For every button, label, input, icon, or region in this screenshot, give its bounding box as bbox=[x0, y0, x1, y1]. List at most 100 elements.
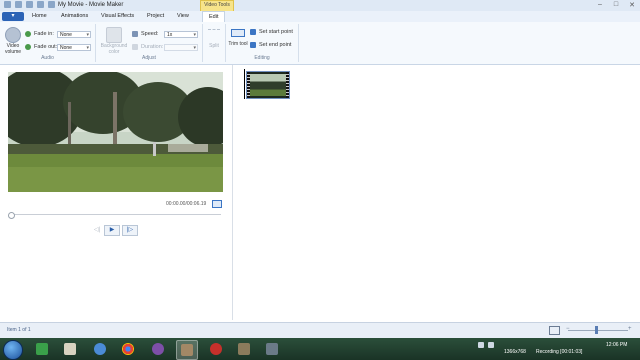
taskbar-app-tools[interactable] bbox=[262, 340, 282, 358]
duration-select[interactable] bbox=[164, 44, 198, 52]
ribbon: Video volume Fade in: None Fade out: Non… bbox=[0, 22, 640, 65]
set-start-point-label: Set start point bbox=[259, 29, 293, 35]
background-color-button[interactable]: Background color bbox=[98, 43, 130, 55]
tray-arrow-icon[interactable] bbox=[478, 342, 484, 348]
globe-icon bbox=[94, 343, 106, 355]
taskbar-app-photo[interactable] bbox=[234, 340, 254, 358]
maximize-button[interactable]: □ bbox=[612, 1, 620, 9]
fade-out-row: Fade out: bbox=[25, 44, 57, 50]
taskbar-app-explorer[interactable] bbox=[90, 340, 110, 358]
set-end-point-icon bbox=[250, 42, 256, 48]
app-menu-icon[interactable] bbox=[4, 1, 11, 8]
undo-icon[interactable] bbox=[26, 1, 33, 8]
taskbar-app-chrome[interactable] bbox=[118, 340, 138, 358]
tab-view[interactable]: View bbox=[177, 13, 189, 19]
trim-tool-button[interactable]: Trim tool bbox=[228, 41, 248, 47]
split-group: Split bbox=[203, 24, 226, 62]
previous-frame-icon[interactable]: ◁| bbox=[92, 226, 102, 235]
tab-visual-effects[interactable]: Visual Effects bbox=[101, 13, 134, 19]
fullscreen-icon[interactable] bbox=[212, 200, 222, 208]
quick-access-toolbar bbox=[4, 1, 55, 8]
taskbar: 1366x768 Recording [00:01:03] 12:06 PM bbox=[0, 338, 640, 360]
clip-thumbnail-image bbox=[250, 74, 286, 96]
audio-group-label: Audio bbox=[41, 55, 54, 61]
next-frame-icon[interactable]: |▷ bbox=[122, 225, 138, 236]
system-tray bbox=[478, 342, 494, 348]
adjust-group-label: Adjust bbox=[142, 55, 156, 61]
adjust-group: Background color Speed: 1x Duration: Adj… bbox=[96, 24, 203, 62]
minimize-button[interactable]: – bbox=[596, 1, 604, 9]
record-icon bbox=[210, 343, 222, 355]
file-menu-button[interactable]: ▾ bbox=[2, 12, 24, 21]
clock[interactable]: 12:06 PM bbox=[606, 342, 627, 348]
editing-group: Trim tool Set start point Set end point … bbox=[226, 24, 299, 62]
preview-pane: 00:00.00/00:06.19 ◁| ▶ |▷ bbox=[0, 65, 233, 320]
speed-label: Speed: bbox=[141, 31, 159, 37]
fade-out-label: Fade out: bbox=[34, 44, 58, 50]
tab-animations[interactable]: Animations bbox=[61, 13, 88, 19]
seek-thumb[interactable] bbox=[8, 212, 15, 219]
playhead[interactable] bbox=[244, 69, 245, 99]
fade-in-row: Fade in: bbox=[25, 31, 54, 37]
video-volume-button[interactable]: Video volume bbox=[3, 43, 23, 55]
video-tools-context-header: Video Tools bbox=[200, 0, 234, 11]
seek-bar[interactable] bbox=[10, 214, 221, 215]
status-bar: Item 1 of 1 − + bbox=[0, 322, 640, 338]
tools-icon bbox=[266, 343, 278, 355]
recording-indicator: Recording [00:01:03] bbox=[536, 349, 583, 355]
tab-project[interactable]: Project bbox=[147, 13, 164, 19]
zoom-slider-thumb[interactable] bbox=[595, 326, 598, 334]
fade-out-icon bbox=[25, 44, 31, 50]
editing-group-label: Editing bbox=[254, 55, 270, 61]
fade-out-select[interactable]: None bbox=[57, 44, 91, 52]
media-icon bbox=[64, 343, 76, 355]
taskbar-app-media[interactable] bbox=[60, 340, 80, 358]
trim-tool-icon bbox=[231, 29, 245, 37]
set-start-point-button[interactable]: Set start point bbox=[250, 29, 293, 35]
aspect-ratio-icon[interactable] bbox=[549, 326, 560, 335]
duration-label: Duration: bbox=[141, 44, 164, 50]
photo-icon bbox=[238, 343, 250, 355]
fade-in-label: Fade in: bbox=[34, 31, 54, 37]
resolution-indicator: 1366x768 bbox=[504, 349, 526, 355]
item-count-status: Item 1 of 1 bbox=[7, 327, 31, 333]
window-controls: – □ ✕ bbox=[596, 1, 636, 9]
zoom-out-icon[interactable]: − bbox=[566, 326, 570, 332]
split-icon bbox=[208, 29, 220, 34]
chrome-icon bbox=[122, 343, 134, 355]
tab-home[interactable]: Home bbox=[32, 13, 47, 19]
save-icon[interactable] bbox=[15, 1, 22, 8]
redo-icon[interactable] bbox=[37, 1, 44, 8]
taskbar-app-movie-maker[interactable] bbox=[176, 340, 198, 360]
zoom-in-icon[interactable]: + bbox=[628, 326, 632, 332]
fade-in-select[interactable]: None bbox=[57, 31, 91, 39]
speed-row: Speed: bbox=[132, 31, 158, 37]
speed-icon bbox=[132, 31, 138, 37]
taskbar-app-viber[interactable] bbox=[148, 340, 168, 358]
customize-qat-icon[interactable] bbox=[48, 1, 55, 8]
background-color-icon bbox=[106, 27, 122, 43]
duration-icon bbox=[132, 44, 138, 50]
set-end-point-button[interactable]: Set end point bbox=[250, 42, 291, 48]
split-button[interactable]: Split bbox=[203, 43, 225, 49]
taskbar-app-solitaire[interactable] bbox=[32, 340, 52, 358]
clover-icon bbox=[36, 343, 48, 355]
audio-group: Video volume Fade in: None Fade out: Non… bbox=[0, 24, 96, 62]
zoom-slider[interactable] bbox=[568, 330, 628, 331]
start-button[interactable] bbox=[3, 340, 23, 360]
viber-icon bbox=[152, 343, 164, 355]
fade-in-icon bbox=[25, 31, 31, 37]
speaker-icon[interactable] bbox=[5, 27, 21, 43]
storyboard-pane bbox=[233, 65, 640, 320]
video-clip-thumbnail[interactable] bbox=[246, 71, 290, 99]
tray-network-icon[interactable] bbox=[488, 342, 494, 348]
video-preview[interactable] bbox=[8, 72, 223, 192]
playback-controls: ◁| ▶ |▷ bbox=[92, 225, 138, 236]
speed-select[interactable]: 1x bbox=[164, 31, 198, 39]
taskbar-app-recorder[interactable] bbox=[206, 340, 226, 358]
video-frame-image bbox=[8, 72, 223, 192]
close-button[interactable]: ✕ bbox=[628, 1, 636, 9]
play-icon[interactable]: ▶ bbox=[104, 225, 120, 236]
timecode-display: 00:00.00/00:06.19 bbox=[166, 201, 207, 207]
set-end-point-label: Set end point bbox=[259, 42, 292, 48]
